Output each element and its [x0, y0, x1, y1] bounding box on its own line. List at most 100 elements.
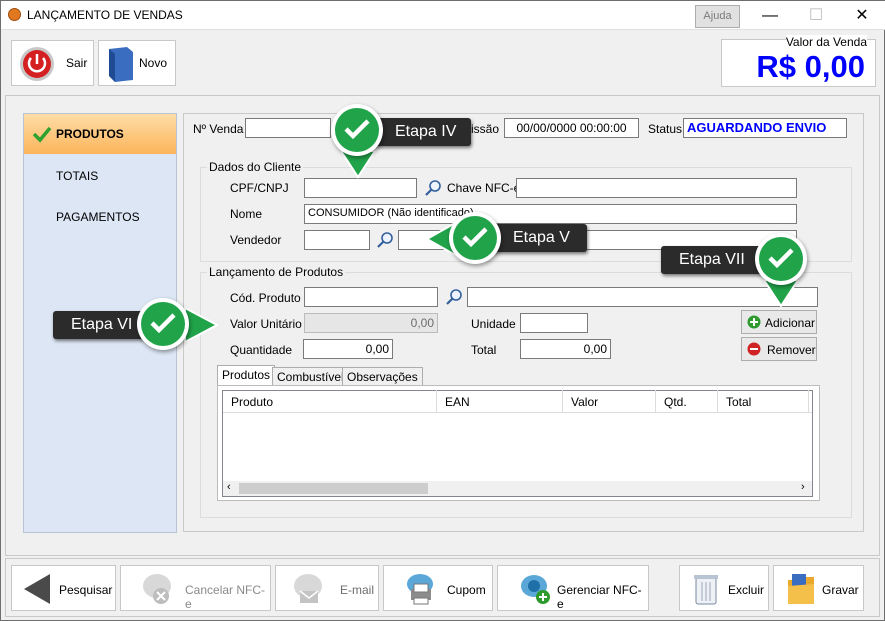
seller-label: Vendedor: [230, 233, 282, 247]
callout-etapa-vi-check-icon: [137, 298, 189, 350]
nav-item-label: PRODUTOS: [56, 127, 124, 141]
search-sale-button[interactable]: Pesquisar: [11, 565, 116, 611]
coupon-button[interactable]: Cupom: [383, 565, 493, 611]
unit-label: Unidade: [471, 317, 516, 331]
unit-price-label: Valor Unitário: [230, 317, 302, 331]
grid-header-qtd[interactable]: Qtd.: [656, 390, 718, 412]
remove-icon: [747, 342, 761, 356]
exit-label: Sair: [66, 56, 88, 70]
tab-combustivel[interactable]: Combustível: [272, 367, 349, 386]
callout-etapa-vi-text: Etapa VI: [71, 316, 133, 333]
help-button[interactable]: Ajuda: [695, 5, 740, 28]
sale-total-value: R$ 0,00: [756, 49, 865, 84]
nav-item-produtos[interactable]: PRODUTOS: [24, 114, 176, 154]
delete-button[interactable]: Excluir: [679, 565, 769, 611]
save-button[interactable]: Gravar: [773, 565, 864, 611]
nav-item-totais[interactable]: TOTAIS: [24, 154, 176, 194]
callout-etapa-v-text: Etapa V: [513, 229, 570, 246]
trash-icon: [694, 575, 718, 605]
quantity-label: Quantidade: [230, 343, 293, 357]
grid-header-produto[interactable]: Produto: [223, 390, 437, 412]
grid-header-ean[interactable]: EAN: [437, 390, 563, 412]
search-product-icon[interactable]: [445, 288, 463, 306]
callout-etapa-iv-check-icon: [331, 104, 383, 156]
grid-horizontal-scrollbar[interactable]: ‹ ›: [223, 481, 812, 496]
new-label: Novo: [139, 56, 168, 70]
manage-nfce-button[interactable]: Gerenciar NFC-e: [497, 565, 649, 611]
status-label: Status: [648, 122, 683, 136]
quantity-field[interactable]: 0,00: [303, 339, 393, 359]
scrollbar-thumb[interactable]: [239, 483, 428, 494]
callout-etapa-v: Etapa V: [489, 224, 587, 252]
remove-label: Remover: [767, 343, 816, 357]
search-cpf-icon[interactable]: [424, 179, 442, 197]
add-icon: [747, 315, 761, 329]
sale-number-field[interactable]: [245, 118, 331, 138]
app-icon: [8, 8, 21, 21]
grid-header-total[interactable]: Total: [718, 390, 809, 412]
email-button[interactable]: E-mail: [275, 565, 379, 611]
email-icon: [294, 574, 322, 603]
sale-total-box: Valor da Venda R$ 0,00: [721, 35, 876, 87]
product-entry-group-title: Lançamento de Produtos: [207, 265, 346, 279]
callout-etapa-iv: Etapa IV: [373, 118, 471, 146]
minimize-button[interactable]: —: [747, 3, 793, 28]
cpf-label: CPF/CNPJ: [230, 181, 289, 195]
nfce-key-field[interactable]: [516, 178, 797, 198]
email-label: E-mail: [340, 583, 375, 597]
nav-item-pagamentos[interactable]: PAGAMENTOS: [24, 195, 176, 235]
search-sale-label: Pesquisar: [59, 583, 113, 597]
delete-label: Excluir: [728, 583, 765, 597]
name-label: Nome: [230, 207, 263, 221]
close-button[interactable]: ✕: [839, 3, 885, 28]
title-bar: LANÇAMENTO DE VENDAS Ajuda — ☐ ✕: [1, 1, 885, 30]
nfce-key-label: Chave NFC-e: [447, 181, 521, 195]
coupon-label: Cupom: [447, 583, 486, 597]
check-icon: [32, 126, 52, 143]
printer-icon: [407, 574, 433, 605]
callout-etapa-iv-text: Etapa IV: [395, 123, 457, 140]
back-arrow-icon: [24, 574, 50, 604]
client-group-title: Dados do Cliente: [207, 160, 304, 174]
sale-number-label: Nº Venda: [193, 122, 244, 136]
grid-header-valor[interactable]: Valor: [563, 390, 656, 412]
cpf-field[interactable]: [304, 178, 417, 198]
callout-etapa-v-check-icon: [449, 212, 501, 264]
nav-item-label: TOTAIS: [56, 169, 99, 183]
product-code-label: Cód. Produto: [230, 291, 301, 305]
remove-button[interactable]: Remover: [741, 337, 817, 361]
emission-label: issão: [471, 122, 500, 136]
unit-price-field: 0,00: [304, 313, 438, 333]
unit-field[interactable]: [520, 313, 588, 333]
main-window: LANÇAMENTO DE VENDAS Ajuda — ☐ ✕ Sair No…: [0, 0, 885, 621]
callout-etapa-vii-text: Etapa VII: [679, 251, 745, 268]
cancel-nfce-label: Cancelar NFC-e: [185, 583, 266, 611]
new-document-icon: [109, 47, 133, 82]
window-title: LANÇAMENTO DE VENDAS: [27, 8, 183, 22]
total-field: 0,00: [520, 339, 611, 359]
new-button[interactable]: Novo: [98, 40, 176, 86]
seller-code-field[interactable]: [304, 230, 370, 250]
tab-produtos[interactable]: Produtos: [217, 365, 276, 386]
grid-header-divider: [223, 412, 812, 413]
add-button[interactable]: Adicionar: [741, 310, 817, 334]
nav-item-label: PAGAMENTOS: [56, 210, 140, 224]
save-label: Gravar: [822, 583, 859, 597]
status-field: AGUARDANDO ENVIO: [683, 118, 847, 138]
exit-button[interactable]: Sair: [11, 40, 94, 86]
cancel-nfce-button[interactable]: Cancelar NFC-e: [120, 565, 271, 611]
scroll-right-icon[interactable]: ›: [801, 481, 805, 493]
cancel-nfce-icon: [143, 574, 171, 604]
scroll-left-icon[interactable]: ‹: [227, 481, 231, 493]
power-icon: [20, 47, 54, 81]
sale-total-label: Valor da Venda: [785, 35, 867, 49]
name-field[interactable]: CONSUMIDOR (Não identificado): [304, 204, 797, 224]
save-folder-icon: [788, 574, 814, 604]
tab-observacoes[interactable]: Observações: [342, 367, 423, 386]
product-code-field[interactable]: [304, 287, 438, 307]
callout-etapa-vii-check-icon: [755, 233, 807, 285]
emission-field: 00/00/0000 00:00:00: [504, 118, 639, 138]
maximize-button[interactable]: ☐: [793, 3, 839, 28]
add-label: Adicionar: [765, 316, 816, 330]
search-seller-icon[interactable]: [376, 231, 394, 249]
